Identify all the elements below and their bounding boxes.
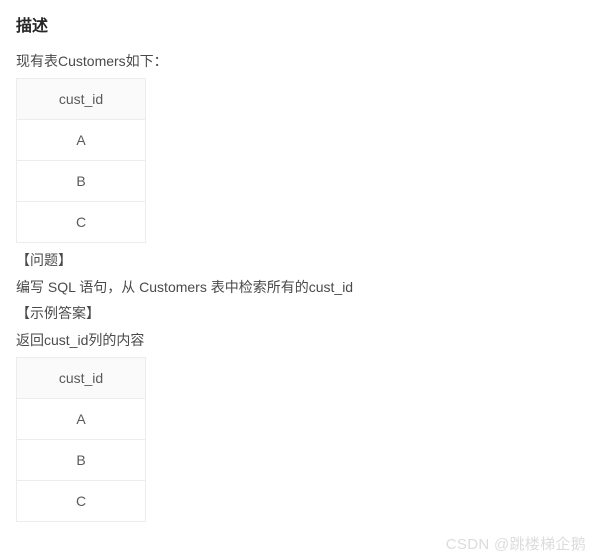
table2-header: cust_id bbox=[17, 357, 146, 398]
example-text: 返回cust_id列的内容 bbox=[16, 329, 580, 351]
section-heading: 描述 bbox=[16, 12, 580, 36]
table1-header: cust_id bbox=[17, 79, 146, 120]
table2-cell-1: B bbox=[17, 439, 146, 480]
question-text: 编写 SQL 语句，从 Customers 表中检索所有的cust_id bbox=[16, 276, 580, 298]
table1-cell-2: C bbox=[17, 202, 146, 243]
table-row: B bbox=[17, 161, 146, 202]
table2-cell-0: A bbox=[17, 398, 146, 439]
table-row: C bbox=[17, 480, 146, 521]
customers-table-2: cust_id A B C bbox=[16, 357, 146, 522]
example-label: 【示例答案】 bbox=[16, 302, 580, 324]
table-row: A bbox=[17, 398, 146, 439]
table1-cell-1: B bbox=[17, 161, 146, 202]
watermark: CSDN @跳楼梯企鹅 bbox=[446, 533, 586, 554]
question-label: 【问题】 bbox=[16, 249, 580, 271]
table1-cell-0: A bbox=[17, 120, 146, 161]
customers-table-1: cust_id A B C bbox=[16, 78, 146, 243]
table2-cell-2: C bbox=[17, 480, 146, 521]
table-row: A bbox=[17, 120, 146, 161]
table-row: C bbox=[17, 202, 146, 243]
table-row: B bbox=[17, 439, 146, 480]
intro-line: 现有表Customers如下： bbox=[16, 50, 580, 72]
